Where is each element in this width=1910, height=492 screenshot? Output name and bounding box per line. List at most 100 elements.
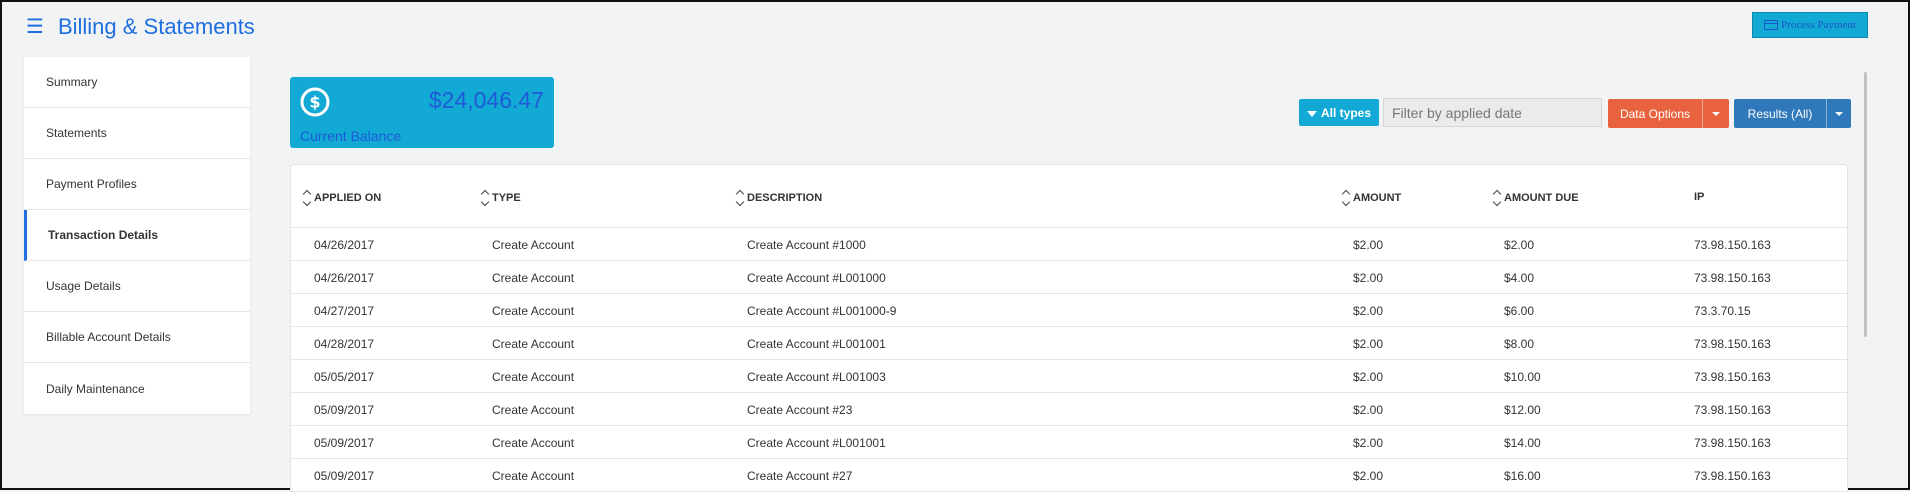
table-cell: $12.00 bbox=[1504, 403, 1541, 417]
sidebar-item-daily-maintenance[interactable]: Daily Maintenance bbox=[24, 363, 250, 414]
results-dropdown-toggle[interactable] bbox=[1826, 99, 1851, 128]
table-header: APPLIED ON TYPE DESCRIPTION AMOUNT AMOUN… bbox=[291, 165, 1847, 228]
sidebar-item-usage-details[interactable]: Usage Details bbox=[24, 261, 250, 312]
table-cell: $2.00 bbox=[1353, 469, 1384, 483]
table-cell: Create Account bbox=[492, 271, 575, 285]
table-cell: Create Account bbox=[492, 337, 575, 351]
data-options-button[interactable]: Data Options bbox=[1608, 99, 1702, 128]
table-cell: $2.00 bbox=[1353, 304, 1384, 318]
sidebar-item-label: Billable Account Details bbox=[46, 330, 171, 344]
results-button[interactable]: Results (All) bbox=[1734, 99, 1826, 128]
table-cell: Create Account #L001000-9 bbox=[747, 304, 897, 318]
page-scrollbar[interactable] bbox=[1864, 72, 1867, 337]
table-cell: 73.98.150.163 bbox=[1694, 238, 1771, 252]
table-cell: 73.98.150.163 bbox=[1694, 469, 1771, 483]
sidebar-item-payment-profiles[interactable]: Payment Profiles bbox=[24, 159, 250, 210]
sidebar-item-billable-account-details[interactable]: Billable Account Details bbox=[24, 312, 250, 363]
table-cell: Create Account bbox=[492, 370, 575, 384]
data-options-split-button: Data Options bbox=[1608, 99, 1729, 128]
column-header-type[interactable]: TYPE bbox=[480, 189, 521, 207]
column-header-description[interactable]: DESCRIPTION bbox=[735, 189, 822, 207]
table-cell: 04/28/2017 bbox=[314, 337, 375, 351]
process-payment-label: Process Payment bbox=[1781, 19, 1856, 31]
table-cell: $2.00 bbox=[1353, 436, 1384, 450]
table-cell: $2.00 bbox=[1353, 271, 1384, 285]
table-cell: Create Account bbox=[492, 238, 575, 252]
table-cell: 73.98.150.163 bbox=[1694, 403, 1771, 417]
applied-date-filter-input[interactable] bbox=[1383, 98, 1602, 127]
table-cell: 05/09/2017 bbox=[314, 403, 375, 417]
hamburger-icon[interactable]: ☰ bbox=[26, 17, 44, 37]
sidebar-item-label: Summary bbox=[46, 75, 98, 89]
column-header-amount-due[interactable]: AMOUNT DUE bbox=[1492, 189, 1579, 207]
table-cell: 04/26/2017 bbox=[314, 271, 375, 285]
table-cell: 73.3.70.15 bbox=[1694, 304, 1751, 318]
table-cell: $6.00 bbox=[1504, 304, 1535, 318]
current-balance-card: $ $24,046.47 Current Balance bbox=[290, 77, 554, 148]
sidebar-item-label: Daily Maintenance bbox=[46, 381, 145, 396]
table-row[interactable]: 05/05/2017 Create Account Create Account #… bbox=[291, 360, 1847, 393]
sidebar-item-statements[interactable]: Statements bbox=[24, 108, 250, 159]
table-cell: $2.00 bbox=[1353, 370, 1384, 384]
table-cell: $14.00 bbox=[1504, 436, 1541, 450]
all-types-button[interactable]: All types bbox=[1299, 99, 1379, 126]
table-cell: $2.00 bbox=[1504, 238, 1535, 252]
table-cell: 04/27/2017 bbox=[314, 304, 375, 318]
sort-icon bbox=[735, 189, 745, 207]
table-cell: 05/09/2017 bbox=[314, 469, 375, 483]
table-cell: $2.00 bbox=[1353, 238, 1384, 252]
page-title: Billing & Statements bbox=[57, 14, 255, 39]
table-cell: Create Account #23 bbox=[747, 403, 853, 417]
filter-icon bbox=[1306, 110, 1317, 117]
sidebar-item-label: Statements bbox=[46, 126, 107, 140]
sidebar-nav: Summary Statements Payment Profiles Tran… bbox=[24, 57, 250, 414]
credit-card-icon bbox=[1764, 20, 1779, 30]
page-header: ☰ Billing & Statements bbox=[26, 12, 255, 42]
sidebar-item-label: Transaction Details bbox=[48, 228, 159, 242]
sidebar-item-transaction-details[interactable]: Transaction Details bbox=[24, 210, 250, 261]
sidebar-item-label: Usage Details bbox=[46, 279, 121, 293]
sort-icon bbox=[1492, 189, 1502, 207]
table-row[interactable]: 04/27/2017 Create Account Create Account #… bbox=[291, 294, 1847, 327]
balance-label: Current Balance bbox=[300, 128, 402, 144]
table-cell: 05/05/2017 bbox=[314, 370, 375, 384]
table-cell: Create Account #L001003 bbox=[747, 370, 886, 384]
results-split-button: Results (All) bbox=[1734, 99, 1851, 128]
table-cell: 73.98.150.163 bbox=[1694, 337, 1771, 351]
process-payment-button[interactable]: Process Payment bbox=[1752, 12, 1868, 38]
table-cell: $8.00 bbox=[1504, 337, 1535, 351]
sort-icon bbox=[302, 189, 312, 207]
sidebar-item-summary[interactable]: Summary bbox=[24, 57, 250, 108]
table-row[interactable]: 04/28/2017 Create Account Create Account #… bbox=[291, 327, 1847, 360]
table-cell: $2.00 bbox=[1353, 403, 1384, 417]
table-cell: $2.00 bbox=[1353, 337, 1384, 351]
column-header-amount[interactable]: AMOUNT bbox=[1341, 189, 1401, 207]
table-cell: 73.98.150.163 bbox=[1694, 436, 1771, 450]
table-cell: Create Account bbox=[492, 304, 575, 318]
table-cell: $4.00 bbox=[1504, 271, 1535, 285]
table-row[interactable]: 05/09/2017 Create Account Create Account #… bbox=[291, 393, 1847, 426]
table-row[interactable]: 05/09/2017 Create Account Create Account #… bbox=[291, 459, 1847, 492]
table-cell: 73.98.150.163 bbox=[1694, 370, 1771, 384]
table-cell: Create Account bbox=[492, 436, 575, 450]
dollar-circle-icon: $ bbox=[300, 87, 330, 117]
table-cell: Create Account #27 bbox=[747, 469, 853, 483]
transactions-table: APPLIED ON TYPE DESCRIPTION AMOUNT AMOUN… bbox=[290, 164, 1848, 492]
sidebar-item-label: Payment Profiles bbox=[46, 177, 137, 191]
table-cell: $10.00 bbox=[1504, 370, 1541, 384]
table-cell: 04/26/2017 bbox=[314, 238, 375, 252]
table-cell: 73.98.150.163 bbox=[1694, 271, 1771, 285]
column-header-applied-on[interactable]: APPLIED ON bbox=[302, 189, 381, 207]
table-cell: Create Account #L001001 bbox=[747, 436, 886, 450]
sort-icon bbox=[1341, 189, 1351, 207]
balance-amount: $24,046.47 bbox=[428, 87, 544, 113]
table-row[interactable]: 05/09/2017 Create Account Create Account #… bbox=[291, 426, 1847, 459]
table-cell: Create Account #L001001 bbox=[747, 337, 886, 351]
table-cell: Create Account bbox=[492, 403, 575, 417]
table-cell: 05/09/2017 bbox=[314, 436, 375, 450]
table-row[interactable]: 04/26/2017 Create Account Create Account #… bbox=[291, 261, 1847, 294]
table-cell: Create Account #1000 bbox=[747, 238, 866, 252]
svg-text:$: $ bbox=[309, 93, 320, 112]
table-row[interactable]: 04/26/2017 Create Account Create Account #… bbox=[291, 228, 1847, 261]
data-options-dropdown-toggle[interactable] bbox=[1702, 99, 1729, 128]
